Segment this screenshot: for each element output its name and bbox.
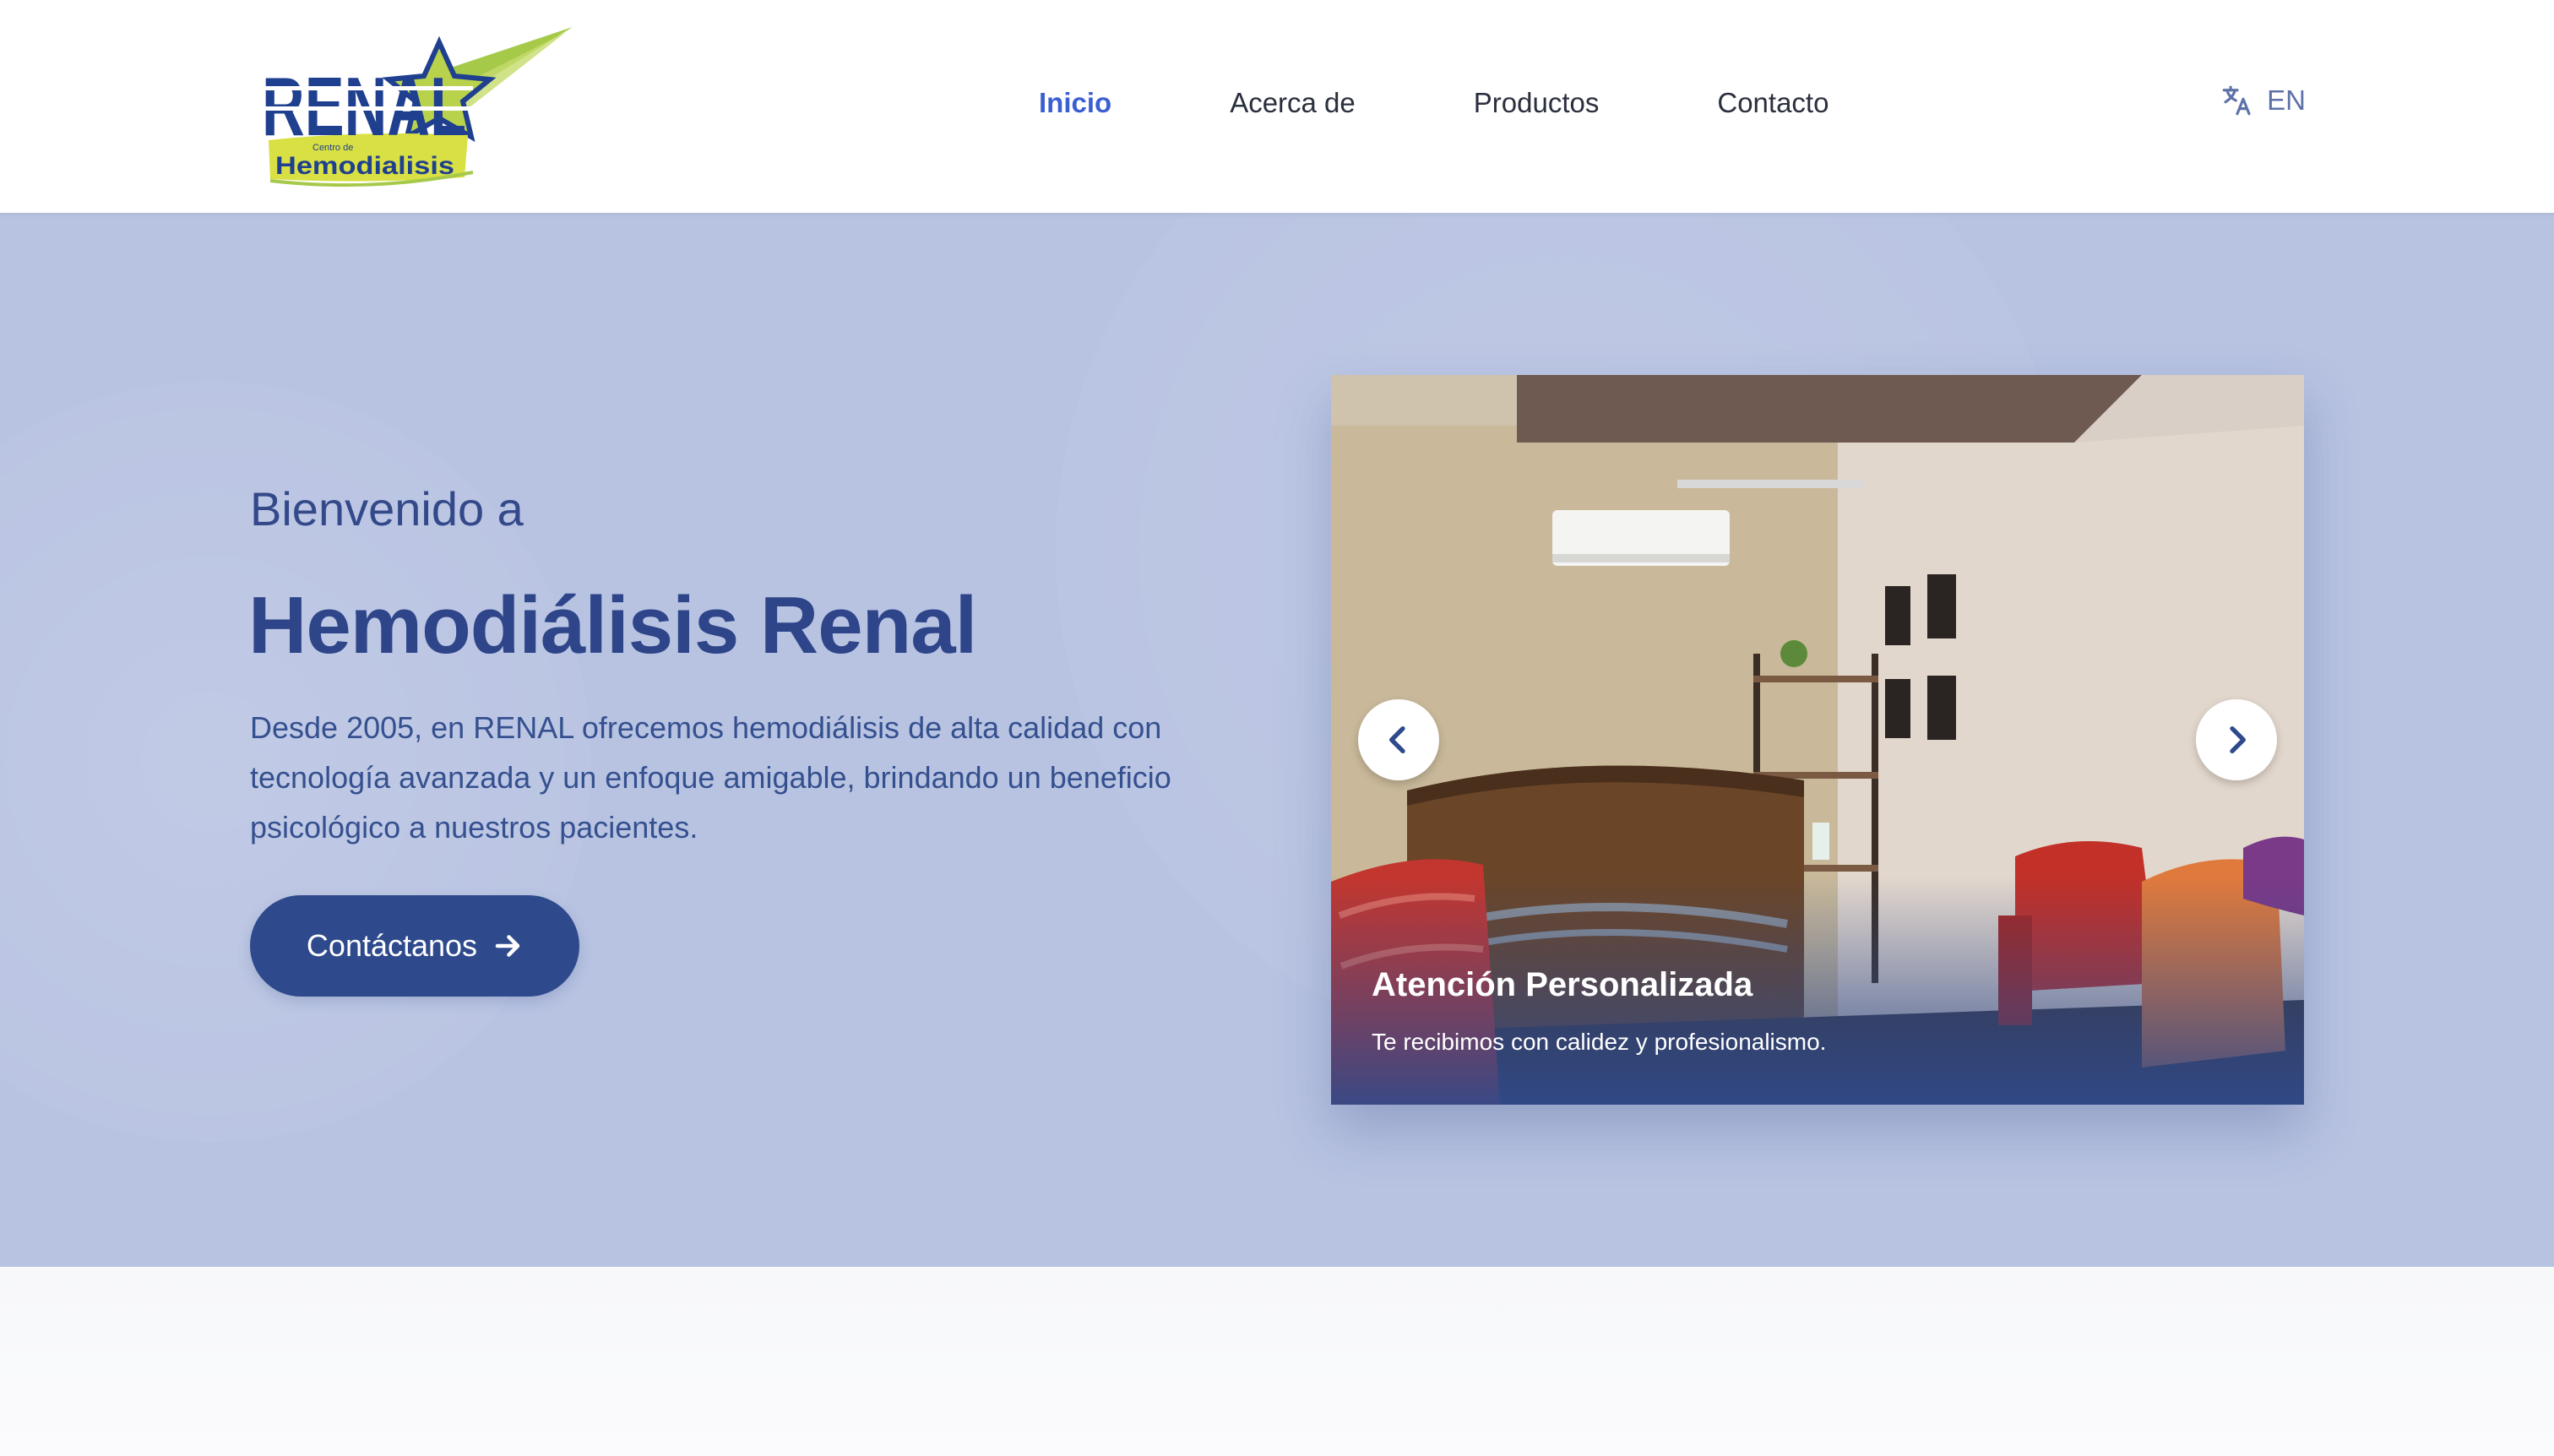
main-nav: Inicio Acerca de Productos Contacto [1039, 78, 1829, 128]
hero-welcome: Bienvenido a [250, 482, 524, 535]
contact-button-label: Contáctanos [306, 928, 478, 963]
renal-logo[interactable]: RENAL Centro de Hemodialisis [262, 24, 574, 189]
slide-title: Atención Personalizada [1372, 966, 1753, 1003]
hero-title: Hemodiálisis Renal [248, 580, 977, 671]
carousel-prev-button[interactable] [1358, 699, 1439, 780]
hero-description: Desde 2005, en RENAL ofrecemos hemodiáli… [250, 710, 1171, 845]
translate-icon [2222, 85, 2251, 116]
language-switcher[interactable]: EN [2220, 83, 2306, 118]
hero-section: Bienvenido a Hemodiálisis Renal Desde 20… [0, 213, 2554, 1267]
chevron-right-icon [2230, 726, 2246, 753]
logo-graphic: RENAL Centro de Hemodialisis [262, 27, 573, 187]
carousel-next-button[interactable] [2196, 699, 2277, 780]
nav-acerca-de[interactable]: Acerca de [1230, 78, 1356, 128]
nav-productos[interactable]: Productos [1474, 78, 1600, 128]
site-header: RENAL Centro de Hemodialisis Inicio Acer… [0, 0, 2554, 213]
language-code: EN [2267, 84, 2306, 116]
next-section [0, 1267, 2554, 1456]
arrow-right-icon [495, 935, 520, 957]
logo-subtitle: Hemodialisis [275, 152, 454, 180]
nav-inicio[interactable]: Inicio [1039, 78, 1111, 128]
slide-subtitle: Te recibimos con calidez y profesionalis… [1372, 1029, 1827, 1055]
contact-button[interactable]: Contáctanos [250, 895, 579, 997]
nav-contacto[interactable]: Contacto [1717, 78, 1829, 128]
image-carousel[interactable]: Atención Personalizada Te recibimos con … [1331, 375, 2304, 1105]
chevron-left-icon [1389, 726, 1405, 753]
